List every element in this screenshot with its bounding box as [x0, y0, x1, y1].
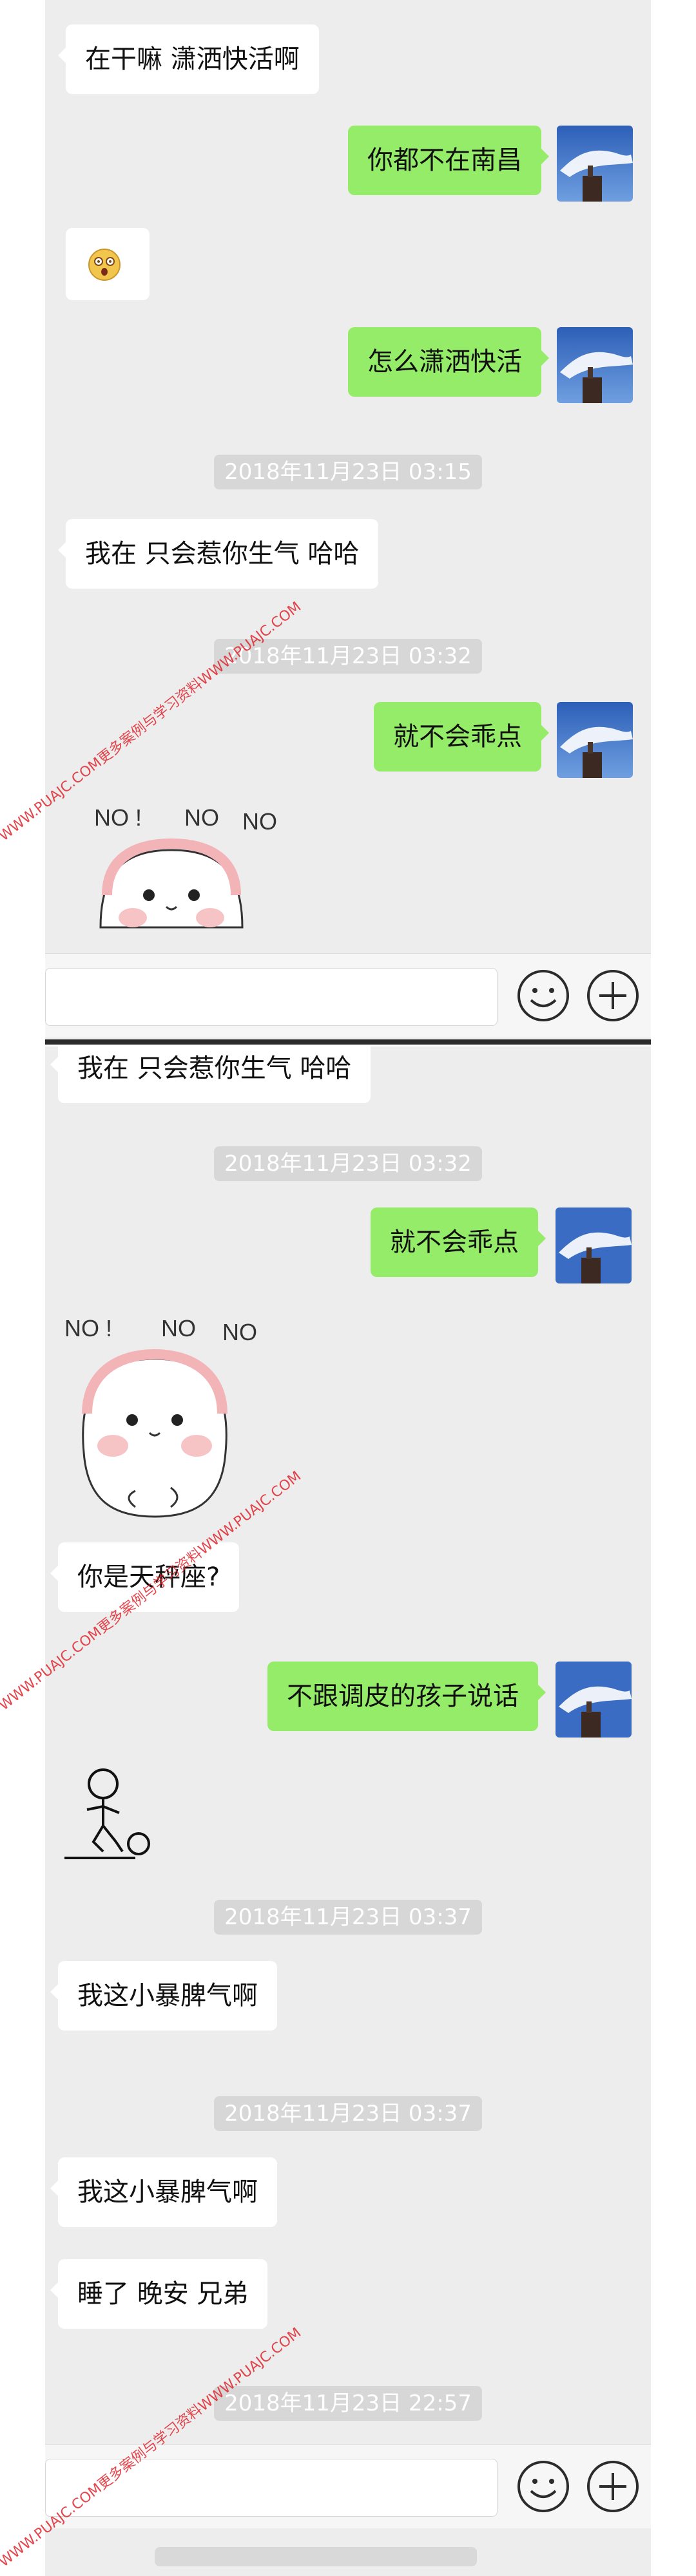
message-text: 就不会乖点: [393, 722, 522, 752]
cat-sticker[interactable]: NO ! NO NO: [68, 799, 287, 953]
timestamp: 2018年11月23日 22:57: [214, 2386, 482, 2421]
chat-screenshot-1: 在干嘛 潇洒快活啊 你都不在南昌 怎么潇洒快活 2018年11月23日 03:1…: [45, 0, 651, 1043]
chat-screenshot-2: 我在 只会惹你生气 哈哈 2018年11月23日 03:32 就不会乖点 NO …: [45, 1046, 651, 2576]
message-input[interactable]: [45, 968, 498, 1026]
dizzy-face-emoji: [88, 249, 121, 281]
timestamp: 2018年11月23日 03:37: [214, 2096, 482, 2131]
message-text: 我在 只会惹你生气 哈哈: [85, 539, 360, 569]
message-text: 怎么潇洒快活: [367, 347, 522, 377]
avatar[interactable]: [556, 1208, 632, 1283]
timestamp: 2018年11月23日 03:37: [214, 1900, 482, 1935]
message-bubble-incoming[interactable]: 我这小暴脾气啊: [50, 1961, 277, 2031]
message-bubble-outgoing[interactable]: 就不会乖点: [374, 702, 549, 772]
avatar[interactable]: [557, 327, 633, 403]
sticker-caption: NO: [161, 1315, 196, 1341]
message-text: 我在 只会惹你生气 哈哈: [77, 1054, 352, 1083]
screenshot-divider: [45, 1039, 651, 1045]
sticker-caption: NO: [184, 804, 219, 831]
sticker-caption: NO !: [64, 1315, 112, 1341]
sticker-caption: NO !: [94, 804, 142, 831]
chat-input-bar: [45, 953, 651, 1037]
message-bubble-incoming[interactable]: 我这小暴脾气啊: [50, 2157, 277, 2227]
message-bubble-outgoing[interactable]: 怎么潇洒快活: [348, 327, 549, 397]
message-bubble-incoming[interactable]: 我在 只会惹你生气 哈哈: [57, 519, 379, 589]
avatar[interactable]: [557, 702, 633, 778]
message-bubble-incoming[interactable]: 睡了 晚安 兄弟: [50, 2259, 268, 2329]
message-bubble-incoming[interactable]: 我在 只会惹你生气 哈哈: [50, 1046, 371, 1103]
timestamp: 2018年11月23日 03:32: [214, 1146, 482, 1181]
message-text: 在干嘛 潇洒快活啊: [85, 44, 300, 74]
emoji-icon[interactable]: [516, 2459, 571, 2514]
message-text: 我这小暴脾气啊: [77, 1981, 258, 2011]
message-text: 不跟调皮的孩子说话: [287, 1681, 519, 1711]
message-bubble-incoming[interactable]: 在干嘛 潇洒快活啊: [58, 24, 319, 94]
message-text: 睡了 晚安 兄弟: [77, 2279, 249, 2309]
message-text: 就不会乖点: [390, 1227, 519, 1257]
timestamp-partial: [155, 2547, 477, 2566]
emoji-icon[interactable]: [516, 968, 571, 1023]
sticker-caption: NO: [242, 808, 277, 835]
sticker-caption: NO: [222, 1319, 257, 1345]
plus-icon[interactable]: [585, 2459, 641, 2514]
message-bubble-outgoing[interactable]: 你都不在南昌: [348, 126, 549, 195]
message-text: 我这小暴脾气啊: [77, 2177, 258, 2207]
emoji-message[interactable]: [66, 228, 150, 300]
timestamp: 2018年11月23日 03:15: [214, 455, 482, 489]
plus-icon[interactable]: [585, 968, 641, 1023]
avatar[interactable]: [556, 1662, 632, 1738]
message-bubble-outgoing[interactable]: 就不会乖点: [371, 1208, 546, 1277]
cat-sticker[interactable]: NO ! NO NO: [58, 1304, 271, 1530]
avatar[interactable]: [557, 126, 633, 202]
message-bubble-outgoing[interactable]: 不跟调皮的孩子说话: [267, 1662, 546, 1731]
message-text: 你都不在南昌: [367, 146, 522, 175]
stick-figure-sticker[interactable]: [58, 1761, 161, 1864]
